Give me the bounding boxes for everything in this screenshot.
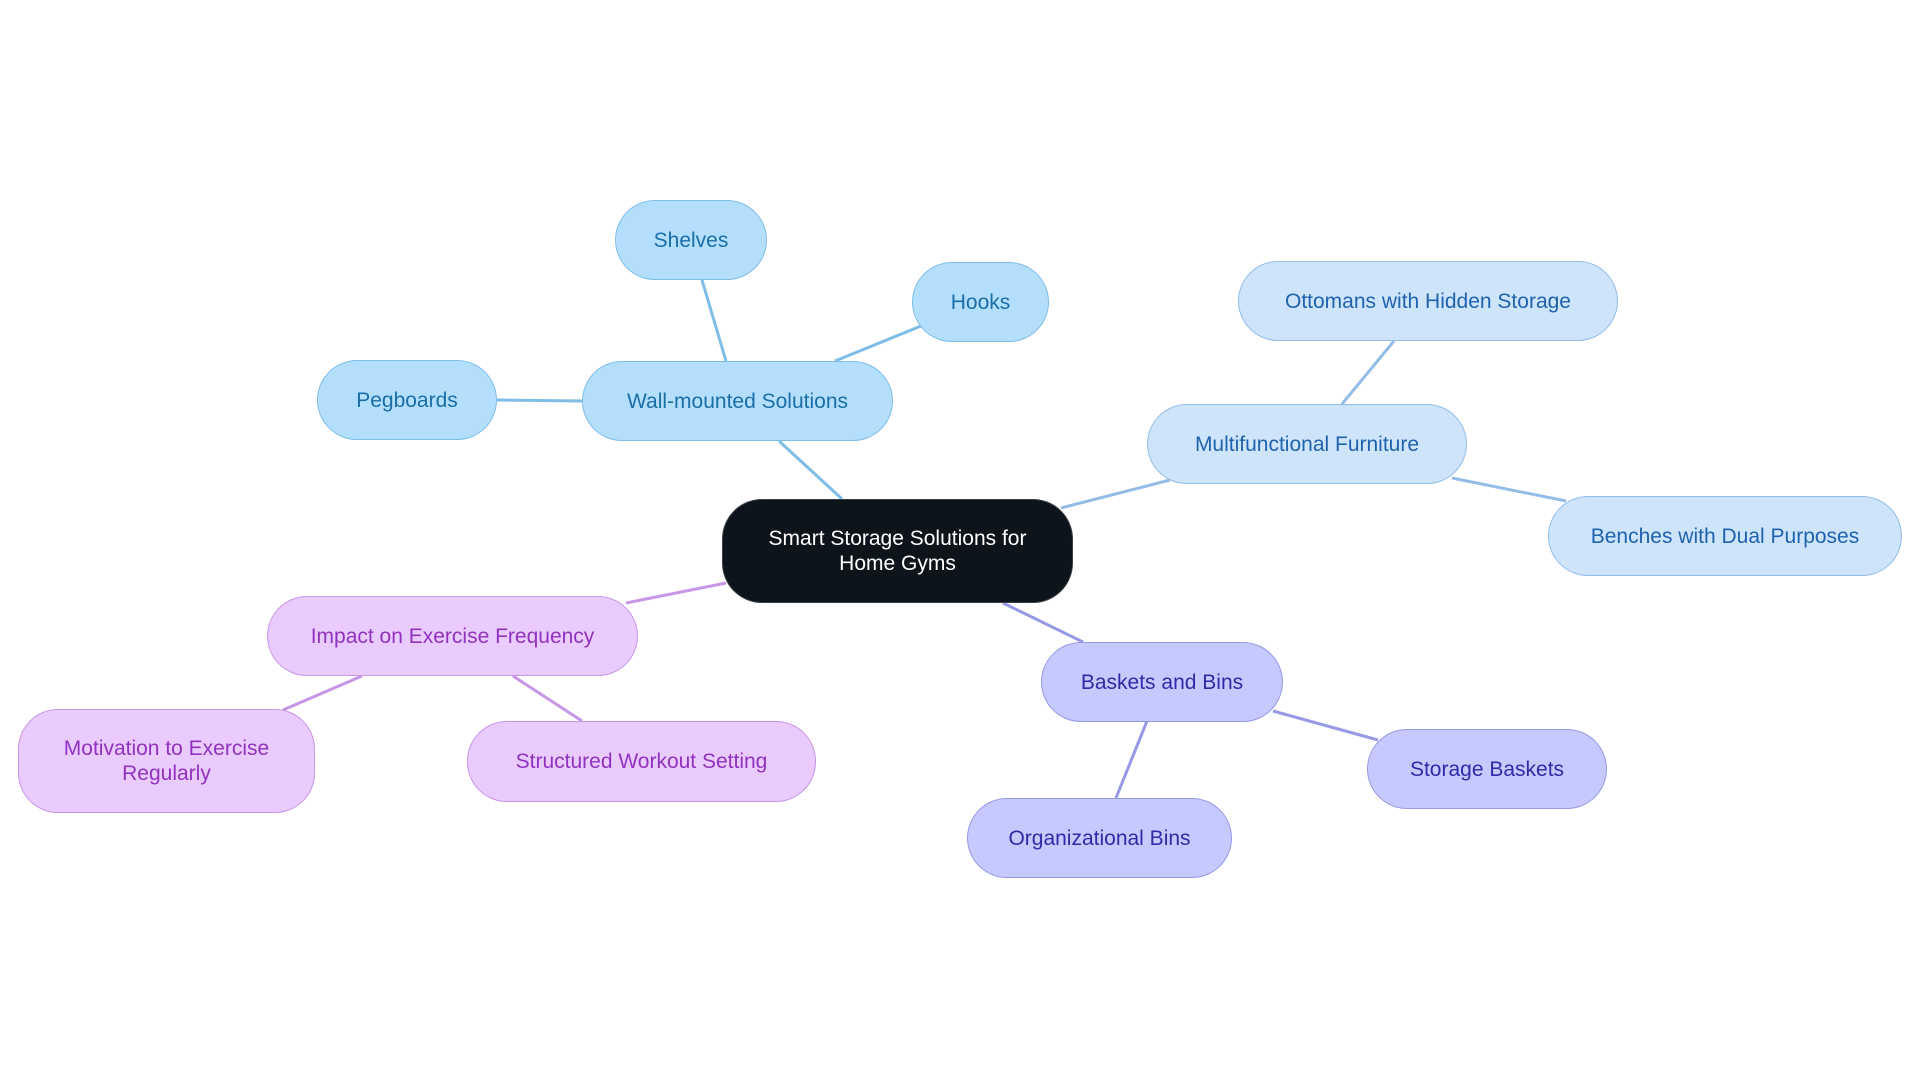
- node-label: Multifunctional Furniture: [1194, 432, 1420, 456]
- edge-root-multi: [1060, 478, 1171, 510]
- node-label: Hooks: [950, 290, 1011, 314]
- edge-multi-benches: [1451, 476, 1567, 503]
- edge-root-wall: [777, 439, 844, 501]
- node-label: Organizational Bins: [1008, 826, 1191, 850]
- root-node-label-line-2: Home Gyms: [839, 552, 956, 575]
- node-label-line-2: Regularly: [122, 762, 211, 785]
- edge-root-baskets: [1002, 601, 1084, 644]
- edge-impact-motivation: [282, 674, 363, 712]
- branch-node-baskets-and-bins[interactable]: Baskets and Bins: [1041, 642, 1283, 722]
- leaf-node-motivation-to-exercise-regularly[interactable]: Motivation to Exercise Regularly: [18, 709, 315, 813]
- branch-node-multifunctional-furniture[interactable]: Multifunctional Furniture: [1147, 404, 1467, 484]
- node-label: Wall-mounted Solutions: [627, 389, 848, 413]
- leaf-node-hooks[interactable]: Hooks: [912, 262, 1049, 342]
- leaf-node-structured-workout-setting[interactable]: Structured Workout Setting: [467, 721, 816, 802]
- edge-wall-hooks: [834, 324, 922, 363]
- edge-wall-shelves: [700, 279, 728, 362]
- branch-node-impact-on-exercise-frequency[interactable]: Impact on Exercise Frequency: [267, 596, 638, 676]
- leaf-node-storage-baskets[interactable]: Storage Baskets: [1367, 729, 1607, 809]
- edge-multi-ottomans: [1340, 340, 1396, 405]
- leaf-node-shelves[interactable]: Shelves: [615, 200, 767, 280]
- edge-baskets-storage: [1272, 709, 1379, 742]
- node-label: Baskets and Bins: [1080, 670, 1244, 694]
- root-node[interactable]: Smart Storage Solutions for Home Gyms: [722, 499, 1073, 603]
- node-label: Ottomans with Hidden Storage: [1285, 289, 1571, 313]
- leaf-node-ottomans-with-hidden-storage[interactable]: Ottomans with Hidden Storage: [1238, 261, 1618, 341]
- leaf-node-organizational-bins[interactable]: Organizational Bins: [967, 798, 1232, 878]
- edge-baskets-orgbins: [1114, 720, 1149, 799]
- root-node-label-line-1: Smart Storage Solutions for: [768, 527, 1027, 550]
- edge-root-impact: [625, 581, 727, 605]
- edge-wall-pegboards: [496, 398, 583, 403]
- node-label: Benches with Dual Purposes: [1590, 524, 1860, 548]
- leaf-node-pegboards[interactable]: Pegboards: [317, 360, 497, 440]
- node-label: Impact on Exercise Frequency: [310, 624, 595, 648]
- node-label: Structured Workout Setting: [515, 750, 768, 773]
- node-label: Storage Baskets: [1409, 757, 1565, 781]
- node-label: Pegboards: [356, 388, 458, 412]
- node-label: Shelves: [653, 228, 729, 252]
- branch-node-wall-mounted-solutions[interactable]: Wall-mounted Solutions: [582, 361, 893, 441]
- node-label-line-1: Motivation to Exercise: [63, 737, 270, 760]
- leaf-node-benches-with-dual-purposes[interactable]: Benches with Dual Purposes: [1548, 496, 1902, 576]
- edge-impact-structured: [512, 674, 583, 723]
